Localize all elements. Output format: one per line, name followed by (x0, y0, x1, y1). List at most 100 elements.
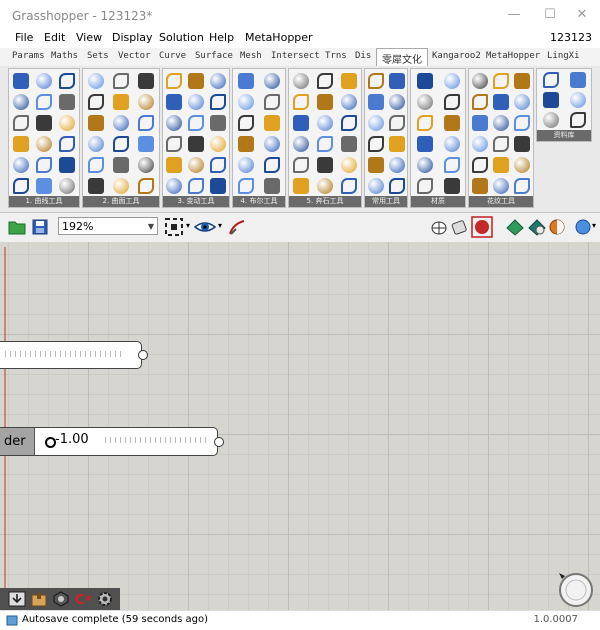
ribbon-component-icon[interactable] (444, 157, 460, 173)
ribbon-component-icon[interactable] (341, 73, 357, 89)
ribbon-component-icon[interactable] (493, 73, 509, 89)
ribbon-component-icon[interactable] (514, 157, 530, 173)
panel-label[interactable]: 1. 曲线工具 (9, 196, 79, 207)
ribbon-component-icon[interactable] (36, 73, 52, 89)
sketch-icon[interactable] (228, 218, 246, 236)
ribbon-component-icon[interactable] (493, 136, 509, 152)
ribbon-component-icon[interactable] (88, 157, 104, 173)
slider-track[interactable] (5, 351, 125, 357)
zoom-select[interactable]: 192% ▼ (58, 217, 158, 235)
ribbon-component-icon[interactable] (188, 73, 204, 89)
ribbon-component-icon[interactable] (88, 94, 104, 110)
material-icon[interactable] (505, 218, 525, 236)
ribbon-component-icon[interactable] (389, 94, 405, 110)
preview-wireframe-icon[interactable] (430, 218, 448, 236)
ribbon-component-icon[interactable] (368, 157, 384, 173)
ribbon-component-icon[interactable] (570, 72, 586, 88)
ribbon-component-icon[interactable] (341, 178, 357, 194)
menu-solution[interactable]: Solution (159, 31, 204, 44)
zoom-extents-icon[interactable] (164, 217, 186, 237)
ribbon-component-icon[interactable] (113, 73, 129, 89)
ribbon-component-icon[interactable] (264, 94, 280, 110)
open-file-icon[interactable] (8, 219, 26, 235)
ribbon-component-icon[interactable] (368, 178, 384, 194)
ribbon-component-icon[interactable] (293, 157, 309, 173)
ribbon-component-icon[interactable] (13, 73, 29, 89)
ribbon-component-icon[interactable] (317, 157, 333, 173)
c-sharp-icon[interactable]: C # (74, 591, 94, 607)
ribbon-component-icon[interactable] (317, 115, 333, 131)
panel-label[interactable]: 资料库 (537, 130, 591, 141)
preview-shaded-icon[interactable] (450, 218, 468, 236)
menu-metahopper[interactable]: MetaHopper (245, 31, 313, 44)
panel-label[interactable]: 材质 (411, 196, 465, 207)
ribbon-component-icon[interactable] (188, 136, 204, 152)
ribbon-component-icon[interactable] (113, 136, 129, 152)
ribbon-component-icon[interactable] (59, 73, 75, 89)
ribbon-component-icon[interactable] (570, 112, 586, 128)
ribbon-component-icon[interactable] (36, 94, 52, 110)
ribbon-component-icon[interactable] (389, 115, 405, 131)
panel-label[interactable]: 2. 曲面工具 (83, 196, 159, 207)
ribbon-component-icon[interactable] (389, 157, 405, 173)
slider-output-port[interactable] (214, 437, 224, 447)
ribbon-component-icon[interactable] (368, 94, 384, 110)
menu-display[interactable]: Display (112, 31, 153, 44)
ribbon-component-icon[interactable] (188, 157, 204, 173)
chevron-down-icon[interactable]: ▾ (592, 221, 596, 230)
ribbon-component-icon[interactable] (138, 157, 154, 173)
tab-lingxi[interactable]: LingXi (547, 51, 580, 61)
minimize-button[interactable]: — (504, 6, 524, 24)
ribbon-component-icon[interactable] (389, 136, 405, 152)
ribbon-component-icon[interactable] (493, 157, 509, 173)
ribbon-component-icon[interactable] (341, 115, 357, 131)
ribbon-component-icon[interactable] (59, 136, 75, 152)
ribbon-component-icon[interactable] (59, 115, 75, 131)
tab-params[interactable]: Params (12, 51, 45, 61)
ribbon-component-icon[interactable] (493, 94, 509, 110)
ribbon-component-icon[interactable] (472, 178, 488, 194)
number-slider-bottom[interactable]: der -1.00 (0, 427, 218, 456)
ribbon-component-icon[interactable] (13, 115, 29, 131)
ribbon-component-icon[interactable] (13, 94, 29, 110)
ribbon-component-icon[interactable] (368, 115, 384, 131)
ribbon-component-icon[interactable] (238, 178, 254, 194)
ribbon-component-icon[interactable] (113, 115, 129, 131)
ribbon-component-icon[interactable] (444, 178, 460, 194)
document-preview-icon[interactable] (527, 218, 547, 236)
ribbon-component-icon[interactable] (138, 94, 154, 110)
tab-mesh[interactable]: Mesh (240, 51, 262, 61)
ribbon-component-icon[interactable] (13, 136, 29, 152)
ribbon-component-icon[interactable] (188, 94, 204, 110)
save-icon[interactable] (32, 219, 48, 235)
ribbon-component-icon[interactable] (293, 178, 309, 194)
menu-edit[interactable]: Edit (44, 31, 65, 44)
tab-surface[interactable]: Surface (195, 51, 233, 61)
chevron-down-icon[interactable]: ▾ (218, 221, 222, 230)
ribbon-component-icon[interactable] (238, 94, 254, 110)
ribbon-component-icon[interactable] (238, 136, 254, 152)
ribbon-component-icon[interactable] (138, 178, 154, 194)
panel-label[interactable]: 常用工具 (365, 196, 407, 207)
ribbon-component-icon[interactable] (138, 136, 154, 152)
ribbon-component-icon[interactable] (59, 157, 75, 173)
gear-icon[interactable] (96, 591, 114, 607)
ribbon-component-icon[interactable] (13, 178, 29, 194)
preview-selected-icon[interactable] (471, 216, 493, 238)
ribbon-component-icon[interactable] (293, 73, 309, 89)
ribbon-component-icon[interactable] (166, 136, 182, 152)
menu-file[interactable]: File (15, 31, 33, 44)
sphere-icon[interactable] (574, 218, 592, 236)
slider-track[interactable] (105, 437, 209, 443)
pack-icon[interactable] (30, 591, 48, 607)
ribbon-component-icon[interactable] (238, 73, 254, 89)
download-icon[interactable] (8, 591, 26, 607)
ribbon-component-icon[interactable] (238, 115, 254, 131)
close-button[interactable]: ✕ (572, 6, 592, 24)
ribbon-component-icon[interactable] (417, 73, 433, 89)
ribbon-component-icon[interactable] (317, 136, 333, 152)
ribbon-component-icon[interactable] (317, 94, 333, 110)
ribbon-component-icon[interactable] (417, 94, 433, 110)
ribbon-component-icon[interactable] (264, 178, 280, 194)
ribbon-component-icon[interactable] (210, 94, 226, 110)
